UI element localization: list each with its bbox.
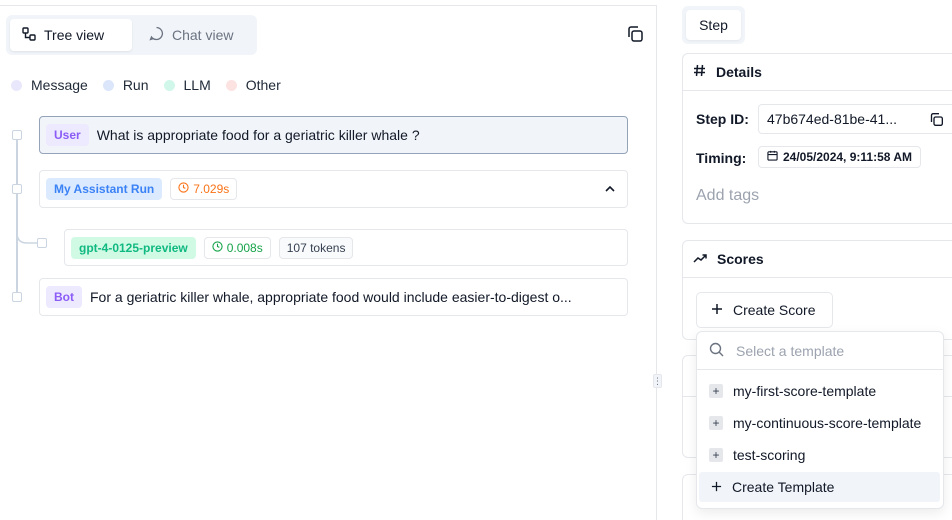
- run-duration-chip: 7.029s: [170, 178, 238, 200]
- trace-panel: Tree view Chat view Message Run LLM Othe…: [0, 5, 657, 520]
- step-user-message[interactable]: User What is appropriate food for a geri…: [39, 116, 628, 154]
- details-title: Details: [716, 64, 762, 80]
- plus-icon: [711, 302, 723, 318]
- scores-header: Scores: [683, 241, 952, 278]
- view-toggle: Tree view Chat view: [6, 15, 257, 55]
- bot-message-text: For a geriatric killer whale, appropriat…: [90, 289, 572, 305]
- user-badge: User: [46, 124, 89, 146]
- create-score-label: Create Score: [733, 302, 816, 318]
- step-id-row: Step ID:: [696, 111, 749, 127]
- template-option-label: my-continuous-score-template: [733, 415, 922, 431]
- tree-node[interactable]: [12, 184, 22, 194]
- legend-item-run: Run: [102, 77, 149, 93]
- details-card: Details Step ID: 47b674ed-81be-41... Tim…: [682, 53, 952, 224]
- template-option[interactable]: + my-continuous-score-template: [697, 408, 943, 438]
- template-option-label: my-first-score-template: [733, 383, 877, 399]
- template-option[interactable]: + test-scoring: [697, 440, 943, 470]
- legend-label: Other: [245, 77, 281, 93]
- step-run[interactable]: My Assistant Run 7.029s: [39, 170, 628, 208]
- legend-item-other: Other: [225, 77, 281, 93]
- legend-label: Run: [122, 77, 149, 93]
- create-score-button[interactable]: Create Score: [696, 292, 833, 328]
- plus-icon: +: [709, 384, 723, 398]
- tokens-chip: 107 tokens: [278, 236, 354, 259]
- step-llm[interactable]: gpt-4-0125-preview 0.008s 107 tokens: [64, 229, 628, 266]
- run-duration: 7.029s: [193, 182, 230, 196]
- chat-view-tab[interactable]: Chat view: [137, 19, 245, 51]
- step-id-label: Step ID:: [696, 111, 749, 127]
- legend-dot: [11, 79, 22, 91]
- bot-badge: Bot: [46, 286, 82, 308]
- step-id-value: 47b674ed-81be-41...: [767, 111, 897, 127]
- plus-icon: [711, 479, 722, 495]
- timing-row: Timing:: [696, 150, 746, 166]
- trending-up-icon: [693, 251, 707, 267]
- legend-item-llm: LLM: [163, 77, 211, 93]
- llm-duration-chip: 0.008s: [203, 236, 271, 259]
- copy-icon[interactable]: [929, 112, 944, 130]
- copy-icon[interactable]: [624, 23, 646, 45]
- step-tabs: Step: [682, 6, 745, 44]
- template-option-label: test-scoring: [733, 447, 806, 463]
- create-template-option[interactable]: Create Template: [699, 472, 940, 502]
- plus-icon: +: [709, 448, 723, 462]
- details-header: Details: [683, 54, 952, 91]
- create-template-label: Create Template: [732, 479, 835, 495]
- run-badge: My Assistant Run: [46, 178, 163, 200]
- search-placeholder: Select a template: [736, 342, 845, 359]
- tree-node[interactable]: [12, 130, 22, 140]
- tree-view-label: Tree view: [44, 27, 105, 43]
- add-tags-input[interactable]: Add tags: [696, 187, 759, 205]
- legend-dot: [225, 79, 237, 91]
- legend-label: Message: [31, 77, 88, 93]
- legend: Message Run LLM Other: [11, 77, 296, 93]
- chevron-up-icon[interactable]: [603, 182, 617, 199]
- timing-value: 24/05/2024, 9:11:58 AM: [783, 150, 912, 164]
- tree-node[interactable]: [12, 292, 22, 302]
- template-dropdown: Select a template + my-first-score-templ…: [696, 331, 944, 509]
- timing-chip: 24/05/2024, 9:11:58 AM: [758, 146, 921, 168]
- llm-duration: 0.008s: [226, 240, 263, 255]
- legend-item-message: Message: [11, 77, 88, 93]
- clock-icon: [178, 182, 189, 196]
- search-icon: [709, 342, 724, 360]
- scores-card: Scores Create Score: [682, 240, 952, 340]
- chat-view-label: Chat view: [172, 27, 234, 43]
- panel-resize-handle[interactable]: ⋮: [653, 374, 662, 388]
- step-id-field[interactable]: 47b674ed-81be-41...: [758, 104, 952, 134]
- tree-node[interactable]: [37, 238, 47, 248]
- timing-label: Timing:: [696, 150, 747, 166]
- template-search[interactable]: Select a template: [697, 332, 943, 370]
- step-bot-message[interactable]: Bot For a geriatric killer whale, approp…: [39, 278, 628, 316]
- legend-dot: [102, 79, 114, 91]
- scores-title: Scores: [717, 251, 764, 267]
- tree-view-tab[interactable]: Tree view: [10, 19, 132, 51]
- hash-icon: [693, 64, 706, 80]
- llm-badge: gpt-4-0125-preview: [71, 236, 196, 259]
- tree-icon: [22, 26, 36, 44]
- clock-icon: [212, 240, 223, 255]
- plus-icon: +: [709, 416, 723, 430]
- calendar-icon: [767, 150, 778, 164]
- tab-step[interactable]: Step: [686, 10, 741, 40]
- chat-bubble-icon: [149, 26, 164, 44]
- legend-dot: [163, 79, 175, 91]
- template-option[interactable]: + my-first-score-template: [697, 376, 943, 406]
- legend-label: LLM: [183, 77, 211, 93]
- user-message-text: What is appropriate food for a geriatric…: [96, 127, 420, 143]
